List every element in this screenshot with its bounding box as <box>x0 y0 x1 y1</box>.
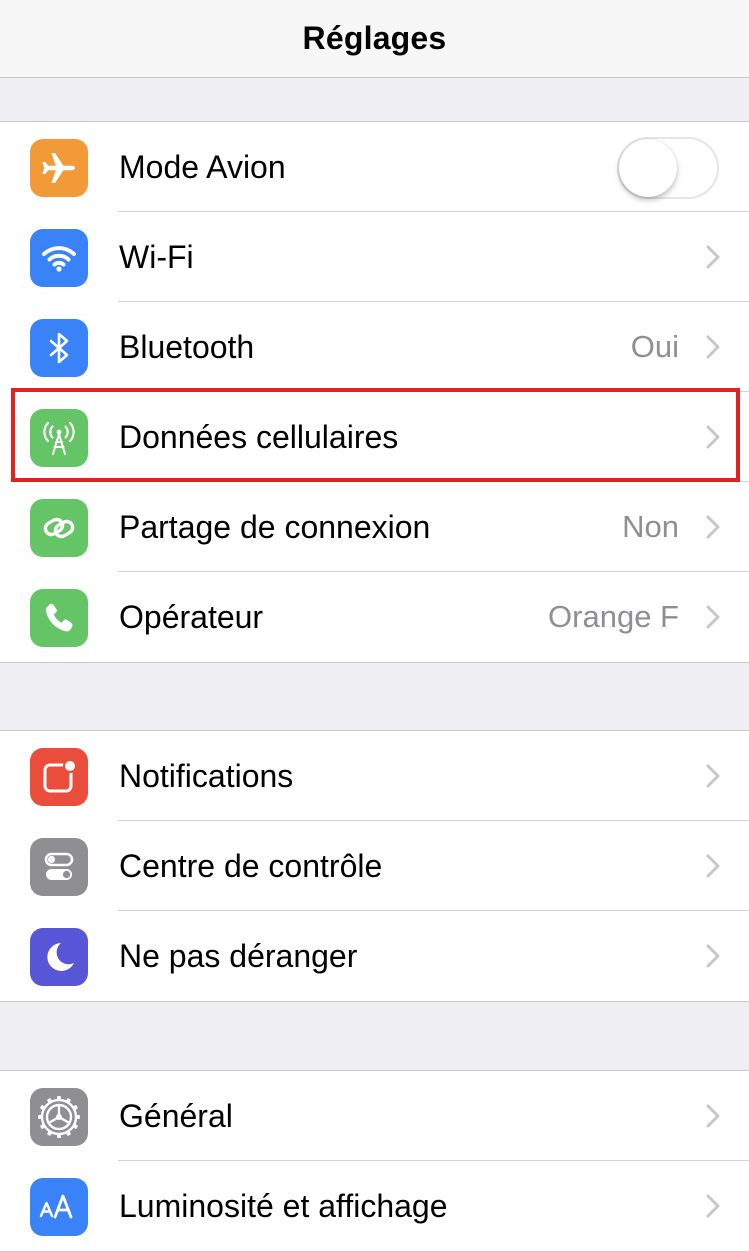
row-label: Bluetooth <box>119 329 255 365</box>
row-label: Luminosité et affichage <box>119 1188 448 1224</box>
bluetooth-icon <box>30 319 88 377</box>
row-label: Partage de connexion <box>119 509 431 545</box>
chevron-right-icon <box>706 425 720 449</box>
chevron-right-icon <box>706 515 720 539</box>
chevron-right-icon <box>706 1104 720 1128</box>
row-cellular-data[interactable]: Données cellulaires <box>0 392 749 482</box>
row-carrier[interactable]: Opérateur Orange F <box>0 572 749 662</box>
toggle-knob <box>619 139 677 197</box>
chevron-right-icon <box>706 944 720 968</box>
row-airplane-mode[interactable]: Mode Avion <box>0 122 749 212</box>
row-value: Orange F <box>548 599 679 634</box>
row-label: Notifications <box>119 758 294 794</box>
settings-group-notifications: Notifications Centre de contrôle Ne pas … <box>0 730 749 1002</box>
row-bluetooth[interactable]: Bluetooth Oui <box>0 302 749 392</box>
notifications-icon <box>30 748 88 806</box>
row-do-not-disturb[interactable]: Ne pas déranger <box>0 911 749 1001</box>
airplane-icon <box>30 139 88 197</box>
gear-icon <box>30 1088 88 1146</box>
chevron-right-icon <box>706 1194 720 1218</box>
row-label: Général <box>119 1098 233 1134</box>
hotspot-chain-icon <box>30 499 88 557</box>
row-value: Oui <box>630 329 679 364</box>
chevron-right-icon <box>706 335 720 359</box>
chevron-right-icon <box>706 605 720 629</box>
chevron-right-icon <box>706 854 720 878</box>
phone-icon <box>30 589 88 647</box>
row-label: Ne pas déranger <box>119 938 358 974</box>
row-general[interactable]: Général <box>0 1071 749 1161</box>
row-notifications[interactable]: Notifications <box>0 731 749 821</box>
row-label: Centre de contrôle <box>119 848 383 884</box>
row-display-brightness[interactable]: Luminosité et affichage <box>0 1161 749 1251</box>
chevron-right-icon <box>706 764 720 788</box>
chevron-right-icon <box>706 245 720 269</box>
row-label: Opérateur <box>119 599 264 635</box>
page-title: Réglages <box>302 20 447 56</box>
settings-group-general: Général Luminosité et affichage <box>0 1070 749 1252</box>
row-value: Non <box>622 509 679 544</box>
control-center-icon <box>30 838 88 896</box>
moon-icon <box>30 928 88 986</box>
row-label: Données cellulaires <box>119 419 399 455</box>
airplane-mode-toggle[interactable] <box>617 137 719 199</box>
row-wifi[interactable]: Wi-Fi <box>0 212 749 302</box>
text-size-icon <box>30 1178 88 1236</box>
row-control-center[interactable]: Centre de contrôle <box>0 821 749 911</box>
row-label: Mode Avion <box>119 149 286 185</box>
navigation-bar: Réglages <box>0 0 749 78</box>
wifi-icon <box>30 229 88 287</box>
row-personal-hotspot[interactable]: Partage de connexion Non <box>0 482 749 572</box>
row-label: Wi-Fi <box>119 239 194 275</box>
cellular-antenna-icon <box>30 409 88 467</box>
settings-group-connectivity: Mode Avion Wi-Fi Bluetooth Oui Données c… <box>0 121 749 663</box>
